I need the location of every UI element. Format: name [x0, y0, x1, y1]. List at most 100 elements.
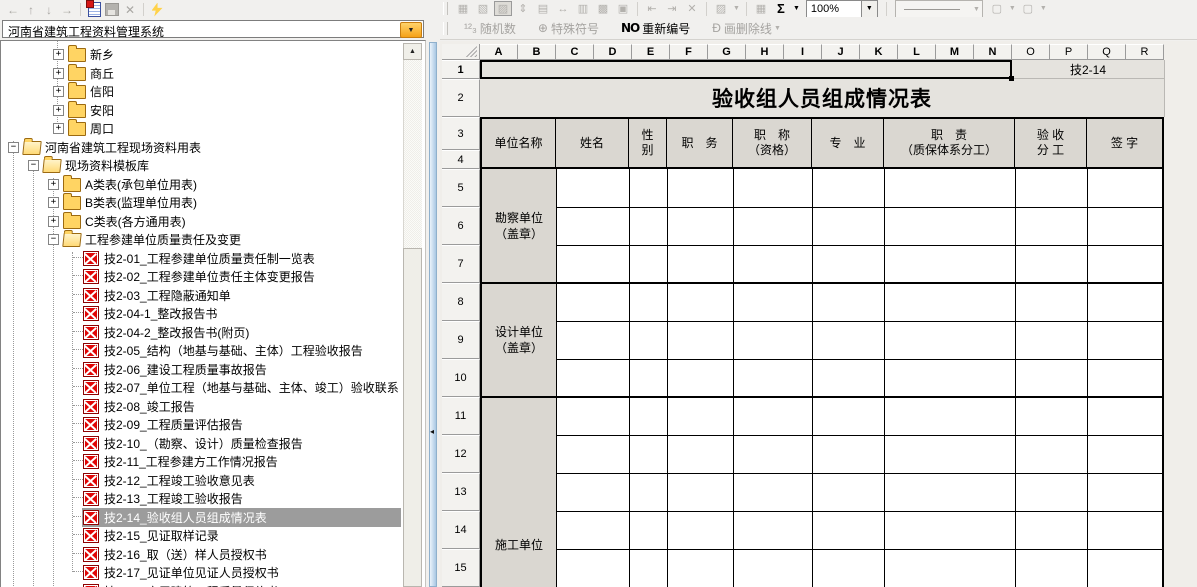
- column-header-C[interactable]: C: [556, 44, 594, 60]
- row-header-10[interactable]: 10: [442, 359, 480, 397]
- collapse-minus-icon[interactable]: −: [8, 142, 19, 153]
- collapse-left-icon[interactable]: ◂: [430, 427, 434, 436]
- indent-decrease-icon[interactable]: ⇤: [643, 1, 661, 16]
- merge-table-icon[interactable]: ▥: [574, 1, 592, 16]
- column-header-K[interactable]: K: [860, 44, 898, 60]
- row-header-7[interactable]: 7: [442, 245, 480, 283]
- scrollbar-track[interactable]: [403, 60, 422, 248]
- expand-plus-icon[interactable]: +: [53, 86, 64, 97]
- column-header-N[interactable]: N: [974, 44, 1012, 60]
- header-cell[interactable]: 单位名称: [482, 119, 556, 167]
- column-header-O[interactable]: O: [1012, 44, 1050, 60]
- wizard-icon[interactable]: [148, 2, 166, 17]
- save-icon[interactable]: [103, 2, 121, 17]
- frame-icon[interactable]: ▦: [752, 1, 770, 16]
- expand-plus-icon[interactable]: +: [53, 123, 64, 134]
- tree-item[interactable]: 技2-15_见证取样记录: [1, 526, 401, 545]
- tree-item[interactable]: 技2-14_验收组人员组成情况表: [1, 508, 401, 527]
- table-title-cell[interactable]: 验收组人员组成情况表: [482, 79, 1162, 117]
- header-cell[interactable]: 性别: [629, 119, 667, 167]
- toolbar-grip[interactable]: [443, 22, 448, 35]
- special-symbol-button[interactable]: ⊕特殊符号: [538, 20, 599, 37]
- forward-icon[interactable]: →: [58, 2, 76, 17]
- header-cell[interactable]: 验 收分 工: [1015, 119, 1087, 167]
- zoom-combo[interactable]: 100%▼: [806, 0, 878, 18]
- row-header-11[interactable]: 11: [442, 397, 480, 435]
- tree-item[interactable]: −工程参建单位质量责任及变更: [1, 230, 401, 249]
- tree-item[interactable]: 技2-07_单位工程（地基与基础、主体、竣工）验收联系: [1, 378, 401, 397]
- strike-line-button[interactable]: Ð画删除线▼: [712, 20, 783, 37]
- tree-item[interactable]: +商丘: [1, 64, 401, 83]
- column-header-J[interactable]: J: [822, 44, 860, 60]
- fill-color-dropdown[interactable]: ▼: [1040, 5, 1047, 12]
- scrollbar-thumb[interactable]: [403, 248, 422, 587]
- column-header-H[interactable]: H: [746, 44, 784, 60]
- row-header-9[interactable]: 9: [442, 321, 480, 359]
- border-color-dropdown[interactable]: ▼: [1009, 5, 1016, 12]
- row-operations-icon[interactable]: ⇕: [514, 1, 532, 16]
- tree-item[interactable]: +C类表(各方通用表): [1, 212, 401, 231]
- tree-item[interactable]: 技2-09_工程质量评估报告: [1, 415, 401, 434]
- tree-item[interactable]: −现场资料模板库: [1, 156, 401, 175]
- combo-dropdown-button[interactable]: ▼: [400, 22, 422, 38]
- tree-item[interactable]: +新乡: [1, 45, 401, 64]
- row-header-2[interactable]: 2: [442, 79, 480, 117]
- insert-cells-icon[interactable]: ▦: [454, 1, 472, 16]
- selection-rectangle[interactable]: [480, 60, 1012, 79]
- tree-item[interactable]: 技2-10_（勘察、设计）质量检查报告: [1, 434, 401, 453]
- spreadsheet[interactable]: ABCDEFGHIJKLMNOPQR123456789101112131415技…: [440, 41, 1197, 587]
- expand-plus-icon[interactable]: +: [48, 197, 59, 208]
- header-cell[interactable]: 专 业: [812, 119, 884, 167]
- split-table-icon[interactable]: ▩: [594, 1, 612, 16]
- delete-icon[interactable]: ✕: [121, 2, 139, 17]
- group-label-cell[interactable]: 设计单位（盖章）: [482, 283, 556, 397]
- tree-item[interactable]: 技2-18_房屋建筑工程质量保修书: [1, 582, 401, 587]
- new-form-icon[interactable]: [85, 2, 103, 17]
- autosum-dropdown[interactable]: ▼: [793, 5, 800, 12]
- table-body[interactable]: [482, 169, 1162, 587]
- up-icon[interactable]: ↑: [22, 2, 40, 17]
- row-header-15[interactable]: 15: [442, 549, 480, 587]
- insert-row-icon[interactable]: ▤: [534, 1, 552, 16]
- clear-edit-icon[interactable]: ✕: [683, 1, 701, 16]
- tree-item[interactable]: 技2-01_工程参建单位质量责任制一览表: [1, 249, 401, 268]
- column-header-R[interactable]: R: [1126, 44, 1164, 60]
- column-header-M[interactable]: M: [936, 44, 974, 60]
- collapse-minus-icon[interactable]: −: [28, 160, 39, 171]
- collapse-minus-icon[interactable]: −: [48, 234, 59, 245]
- column-header-L[interactable]: L: [898, 44, 936, 60]
- column-header-F[interactable]: F: [670, 44, 708, 60]
- down-icon[interactable]: ↓: [40, 2, 58, 17]
- renumber-button[interactable]: NO重新编号: [621, 20, 690, 37]
- header-cell[interactable]: 职 称（资格）: [733, 119, 812, 167]
- column-header-E[interactable]: E: [632, 44, 670, 60]
- column-header-P[interactable]: P: [1050, 44, 1088, 60]
- tree-item[interactable]: 技2-16_取（送）样人员授权书: [1, 545, 401, 564]
- header-cell[interactable]: 职 务: [667, 119, 733, 167]
- tree-scrollbar[interactable]: ▲: [403, 43, 422, 587]
- column-header-I[interactable]: I: [784, 44, 822, 60]
- column-header-B[interactable]: B: [518, 44, 556, 60]
- tree-item[interactable]: 技2-06_建设工程质量事故报告: [1, 360, 401, 379]
- border-color-button[interactable]: ▢: [988, 1, 1006, 16]
- expand-plus-icon[interactable]: +: [48, 179, 59, 190]
- expand-plus-icon[interactable]: +: [53, 105, 64, 116]
- expand-plus-icon[interactable]: +: [53, 49, 64, 60]
- panel-splitter[interactable]: ◂: [426, 0, 440, 587]
- scroll-up-button[interactable]: ▲: [403, 43, 422, 60]
- group-label-cell[interactable]: 勘察单位（盖章）: [482, 169, 556, 283]
- toolbar-grip[interactable]: [443, 2, 448, 15]
- line-style-combo[interactable]: ▼: [895, 0, 983, 18]
- tree-item[interactable]: +安阳: [1, 101, 401, 120]
- expand-plus-icon[interactable]: +: [53, 68, 64, 79]
- header-cell[interactable]: 签 字: [1087, 119, 1162, 167]
- fill-color-icon-dropdown[interactable]: ▼: [733, 5, 740, 12]
- group-label-cell[interactable]: 施工单位: [482, 397, 556, 587]
- zoom-dropdown-button[interactable]: ▼: [861, 1, 877, 17]
- fill-pattern-icon[interactable]: ▨: [494, 1, 512, 16]
- template-tree[interactable]: +新乡+商丘+信阳+安阳+周口−河南省建筑工程现场资料用表−现场资料模板库+A类…: [0, 40, 426, 587]
- row-header-4[interactable]: 4: [442, 150, 480, 169]
- row-header-13[interactable]: 13: [442, 473, 480, 511]
- header-cell[interactable]: 姓名: [556, 119, 629, 167]
- shading-icon[interactable]: ▣: [614, 1, 632, 16]
